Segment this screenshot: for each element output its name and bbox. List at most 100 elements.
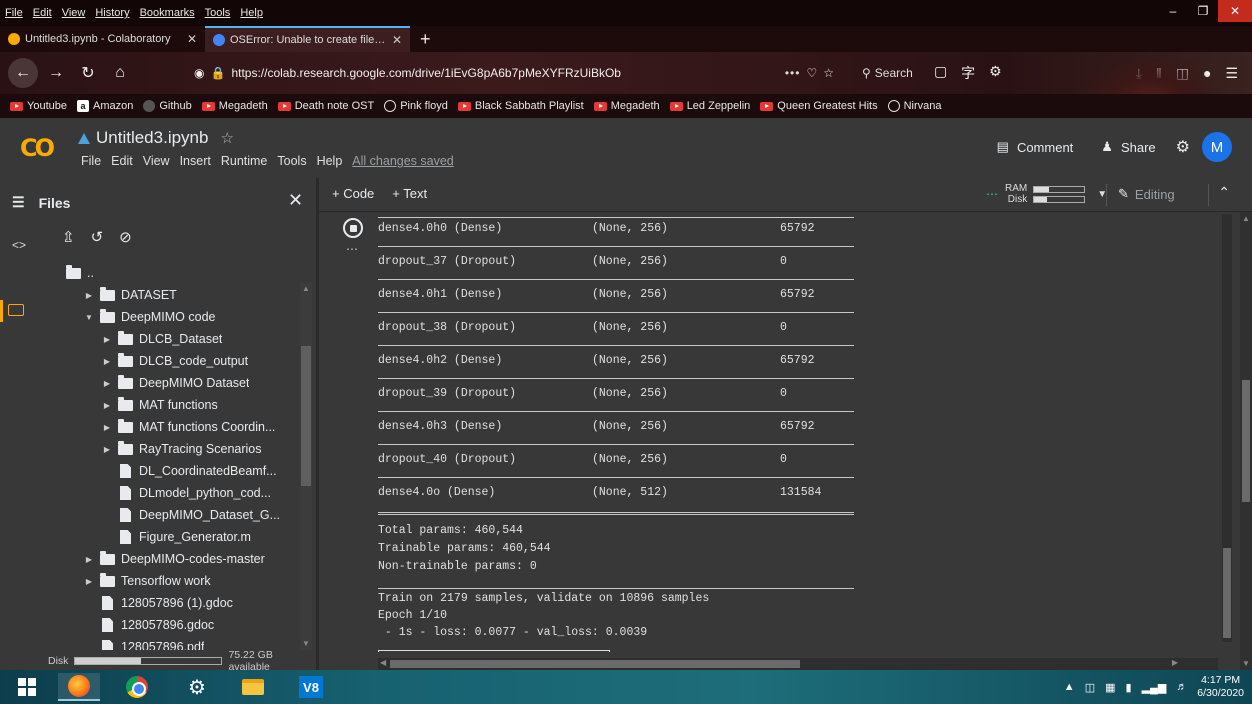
hamburger-menu-icon[interactable]: ☰ <box>1225 65 1238 82</box>
colab-menu-runtime[interactable]: Runtime <box>216 154 273 168</box>
bookmark-amazon[interactable]: a Amazon <box>76 100 133 112</box>
stop-execution-button[interactable] <box>343 218 363 238</box>
add-text-cell-button[interactable]: + Text <box>392 186 427 201</box>
maximize-icon[interactable]: ❐ <box>1188 0 1218 22</box>
taskbar-chrome[interactable] <box>116 673 158 701</box>
scrollbar-thumb[interactable] <box>390 660 800 668</box>
code-snippets-icon[interactable]: <> <box>12 238 26 252</box>
file-row[interactable]: Figure_Generator.m <box>42 526 300 548</box>
folder-row[interactable]: ▶ Tensorflow work <box>42 570 300 592</box>
start-button[interactable] <box>6 673 48 701</box>
tray-app-icon[interactable]: ▦ <box>1105 681 1115 694</box>
menu-file[interactable]: File <box>0 7 28 19</box>
scroll-right-icon[interactable]: ▶ <box>1172 658 1178 667</box>
menu-help[interactable]: Help <box>235 7 268 19</box>
editing-mode-button[interactable]: ✎ Editing <box>1118 186 1175 202</box>
scroll-down-icon[interactable]: ▼ <box>302 639 310 648</box>
folder-row[interactable]: ▶ RayTracing Scenarios <box>42 438 300 460</box>
folder-row[interactable]: ▶ MAT functions Coordin... <box>42 416 300 438</box>
colab-menu-tools[interactable]: Tools <box>272 154 311 168</box>
scrollbar-thumb[interactable] <box>1223 548 1231 638</box>
hamburger-icon[interactable]: ☰ <box>12 194 25 211</box>
settings-gear-icon[interactable]: ⚙ <box>1176 137 1190 157</box>
folder-row[interactable]: ▼ DeepMIMO code <box>42 306 300 328</box>
screenshot-icon[interactable]: ▢ <box>934 63 947 83</box>
scroll-up-icon[interactable]: ▲ <box>1242 214 1250 223</box>
expand-right-icon[interactable]: ▶ <box>84 291 94 300</box>
folder-row[interactable]: ▶ DATASET <box>42 284 300 306</box>
reload-icon[interactable]: ↻ <box>74 59 102 87</box>
home-icon[interactable]: ⌂ <box>106 59 134 87</box>
file-row[interactable]: DL_CoordinatedBeamf... <box>42 460 300 482</box>
colab-menu-file[interactable]: File <box>76 154 106 168</box>
runtime-resources[interactable]: ⋯ RAM Disk ▼ <box>986 183 1107 205</box>
page-actions-menu-icon[interactable]: ••• <box>785 66 801 80</box>
lock-icon[interactable]: 🔒 <box>210 66 225 80</box>
expand-right-icon[interactable]: ▶ <box>102 445 112 454</box>
forward-arrow-icon[interactable]: → <box>42 59 70 87</box>
signal-icon[interactable]: ▂▄▆ <box>1142 681 1167 694</box>
file-row[interactable]: 128057896.pdf <box>42 636 300 650</box>
clock[interactable]: 4:17 PM 6/30/2020 <box>1197 674 1244 700</box>
download-icon[interactable]: ⤓ <box>1136 65 1142 82</box>
settings-icon[interactable]: ⚙ <box>989 63 1002 83</box>
unmount-drive-icon[interactable]: ⊘ <box>119 228 132 246</box>
taskbar-file-explorer[interactable] <box>232 673 274 701</box>
back-arrow-icon[interactable]: ← <box>8 58 38 88</box>
bookmark-queen[interactable]: Queen Greatest Hits <box>760 100 878 112</box>
scroll-up-icon[interactable]: ▲ <box>302 284 310 293</box>
folder-row[interactable]: ▶ DLCB_Dataset <box>42 328 300 350</box>
battery-icon[interactable]: ▮ <box>1126 681 1132 694</box>
menu-tools[interactable]: Tools <box>200 7 236 19</box>
taskbar-firefox[interactable] <box>58 673 100 701</box>
minimize-icon[interactable]: – <box>1158 0 1188 22</box>
pocket-icon[interactable]: ♡ <box>806 66 817 80</box>
scroll-down-icon[interactable]: ▼ <box>1242 659 1250 668</box>
expand-right-icon[interactable]: ▶ <box>84 555 94 564</box>
close-tab-icon[interactable]: ✕ <box>392 33 402 47</box>
folder-row[interactable]: ▶ DeepMIMO Dataset <box>42 372 300 394</box>
menu-view[interactable]: View <box>57 7 91 19</box>
library-icon[interactable]: ‖ <box>1156 65 1162 81</box>
refresh-icon[interactable]: ↺ <box>91 228 104 246</box>
bookmark-youtube[interactable]: Youtube <box>10 100 67 112</box>
bookmark-black-sabbath[interactable]: Black Sabbath Playlist <box>457 100 584 112</box>
expand-right-icon[interactable]: ▶ <box>102 335 112 344</box>
bookmark-led-zeppelin[interactable]: Led Zeppelin <box>669 100 750 112</box>
file-tree-scrollbar[interactable]: ▲ ▼ <box>300 282 312 650</box>
menu-edit[interactable]: Edit <box>28 7 57 19</box>
close-window-icon[interactable]: ✕ <box>1218 0 1252 22</box>
extension-icon[interactable]: ● <box>1203 65 1211 81</box>
folder-icon[interactable] <box>8 304 24 316</box>
colab-menu-help[interactable]: Help <box>312 154 348 168</box>
folder-row[interactable]: ▶ DeepMIMO-codes-master <box>42 548 300 570</box>
bookmark-megadeth-2[interactable]: Megadeth <box>593 100 660 112</box>
colab-menu-view[interactable]: View <box>138 154 175 168</box>
scroll-left-icon[interactable]: ◀ <box>380 658 386 667</box>
account-avatar[interactable]: M <box>1202 132 1232 162</box>
upload-icon[interactable]: ⇫ <box>62 228 75 246</box>
chevron-up-icon[interactable]: ⌃ <box>1218 184 1230 201</box>
tracking-shield-icon[interactable]: ◉ <box>194 66 204 80</box>
show-hidden-icons-icon[interactable]: ▲ <box>1064 681 1075 693</box>
translate-icon[interactable]: 字 <box>961 63 975 83</box>
page-scrollbar[interactable]: ▲ ▼ <box>1240 212 1252 670</box>
volume-icon[interactable]: ♬ <box>1176 681 1187 693</box>
colab-menu-edit[interactable]: Edit <box>106 154 138 168</box>
menu-bookmarks[interactable]: Bookmarks <box>135 7 200 19</box>
url-text[interactable]: https://colab.research.google.com/drive/… <box>231 66 778 80</box>
expand-down-icon[interactable]: ▼ <box>84 313 94 322</box>
file-row[interactable]: DeepMIMO_Dataset_G... <box>42 504 300 526</box>
output-horizontal-scrollbar[interactable]: ◀ ▶ <box>378 658 1218 670</box>
bookmark-pink-floyd[interactable]: Pink floyd <box>384 100 448 112</box>
new-tab-icon[interactable]: + <box>410 26 441 52</box>
output-scrollbar[interactable] <box>1222 214 1232 642</box>
scrollbar-thumb[interactable] <box>301 346 311 486</box>
expand-right-icon[interactable]: ▶ <box>102 401 112 410</box>
star-icon[interactable]: ☆ <box>220 129 233 147</box>
colab-logo[interactable]: CO <box>20 134 58 162</box>
tab-oserror[interactable]: OSError: Unable to create file (u ✕ <box>205 26 410 52</box>
file-row[interactable]: DLmodel_python_cod... <box>42 482 300 504</box>
taskbar-visual-studio[interactable]: V8 <box>290 673 332 701</box>
colab-menu-insert[interactable]: Insert <box>175 154 216 168</box>
